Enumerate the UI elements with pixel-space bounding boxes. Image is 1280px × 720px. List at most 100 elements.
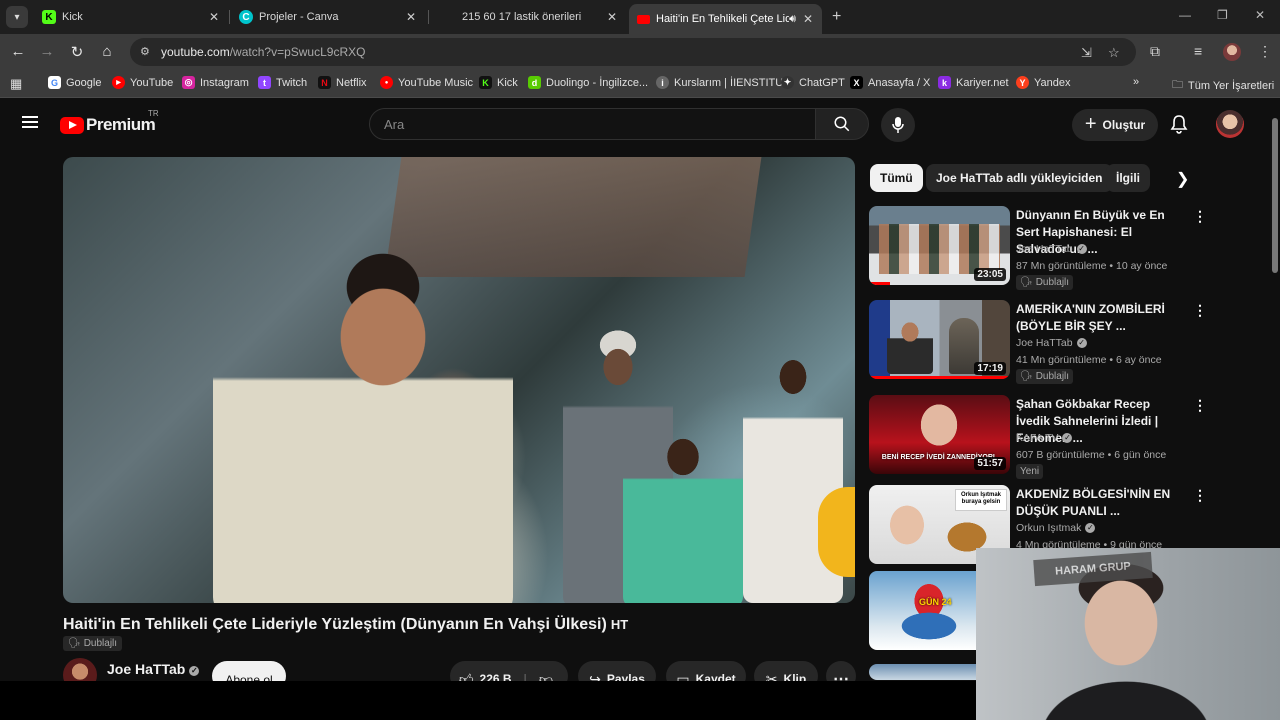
search-button[interactable] — [815, 108, 869, 140]
rec-channel[interactable]: KAFA TV ✓ — [1016, 432, 1073, 444]
chevron-right-icon[interactable]: ❯ — [1176, 169, 1189, 189]
search-input[interactable]: Ara — [369, 108, 817, 140]
chip-all[interactable]: Tümü — [870, 164, 923, 192]
list-item[interactable]: 17:19 AMERİKA'NIN ZOMBİLERİ (BÖYLE BİR Ş… — [869, 300, 1269, 388]
tab-lastik[interactable]: 215 60 17 lastik önerileri ✕ — [430, 4, 626, 30]
netflix-icon: N — [318, 76, 331, 89]
verified-icon: ✓ — [1076, 338, 1087, 348]
tab-kick[interactable]: K Kick ✕ — [34, 4, 228, 30]
list-item[interactable]: 23:05 Dünyanın En Büyük ve En Sert Hapis… — [869, 206, 1269, 294]
forward-icon[interactable]: → — [38, 43, 56, 60]
duration-badge: 51:57 — [974, 457, 1006, 470]
folder-icon: 🗀︎ — [1172, 79, 1183, 91]
tab-canva[interactable]: C Projeler - Canva ✕ — [231, 4, 425, 30]
close-icon[interactable]: ✕ — [604, 10, 620, 24]
dubbed-badge: 🗣︎ Dublajlı — [1016, 275, 1074, 290]
channel-name[interactable]: Joe HaTTab ✓ — [107, 661, 200, 677]
video-title: Haiti'in En Tehlikeli Çete Lideriyle Yüz… — [63, 616, 629, 633]
create-button[interactable]: + Oluştur — [1072, 109, 1158, 141]
more-bookmarks-icon[interactable]: » — [1133, 76, 1139, 88]
video-frame-child — [623, 417, 743, 603]
rec-title[interactable]: AMERİKA'NIN ZOMBİLERİ (BÖYLE BİR ŞEY ... — [1016, 301, 1186, 335]
bookmark-x[interactable]: X Anasayfa / X — [850, 76, 930, 89]
dub-icon: 🗣︎ — [68, 638, 81, 649]
dub-icon: 🗣︎ — [1020, 277, 1033, 288]
bookmark-label: YouTube — [130, 76, 174, 89]
maximize-icon[interactable]: ❐ — [1217, 8, 1228, 22]
profile-avatar-icon[interactable] — [1223, 43, 1241, 61]
bookmark-yandex[interactable]: Y Yandex — [1016, 76, 1071, 89]
bookmark-label: Kurslarım | İIENSTITU — [674, 76, 784, 89]
menu-icon[interactable] — [22, 116, 38, 128]
close-icon[interactable]: ✕ — [206, 10, 222, 24]
bookmark-instagram[interactable]: ◎ Instagram — [182, 76, 249, 89]
rec-channel[interactable]: Joe HaTTab ✓ — [1016, 243, 1087, 255]
bookmark-label: Google — [66, 76, 102, 89]
close-icon[interactable]: ✕ — [403, 10, 419, 24]
bookmark-kariyer[interactable]: k Kariyer.net — [938, 76, 1009, 89]
bookmark-twitch[interactable]: t Twitch — [258, 76, 307, 89]
more-vert-icon[interactable]: ⋮ — [1193, 487, 1207, 504]
back-icon[interactable]: ← — [9, 43, 27, 60]
video-thumbnail[interactable]: 23:05 — [869, 206, 1010, 285]
install-app-icon[interactable]: ⇲ — [1081, 45, 1092, 61]
rec-channel[interactable]: Orkun Işıtmak ✓ — [1016, 522, 1096, 534]
voice-search-button[interactable] — [881, 108, 915, 142]
menu-kebab-icon[interactable]: ⋮ — [1258, 43, 1272, 60]
chip-from-uploader[interactable]: Joe HaTTab adlı yükleyiciden — [926, 164, 1113, 192]
speaker-icon[interactable]: 🔊︎ — [789, 13, 796, 26]
video-player[interactable] — [63, 157, 855, 603]
rec-meta: 87 Mn görüntüleme • 10 ay önce — [1016, 260, 1168, 272]
account-avatar[interactable] — [1216, 110, 1244, 138]
dubbed-badge: 🗣︎ Dublajlı — [63, 636, 123, 651]
bookmark-label: Anasayfa / X — [868, 76, 931, 89]
more-vert-icon[interactable]: ⋮ — [1193, 302, 1207, 319]
tab-title: Projeler - Canva — [259, 11, 339, 23]
all-bookmarks[interactable]: 🗀︎ Tüm Yer İşaretleri — [1172, 76, 1274, 95]
bookmark-google[interactable]: G Google — [48, 76, 101, 89]
bookmark-youtube-music[interactable]: ● YouTube Music — [380, 76, 473, 89]
duolingo-icon: d — [528, 76, 541, 89]
video-thumbnail[interactable]: 17:19 — [869, 300, 1010, 379]
yandex-icon: Y — [1016, 76, 1029, 89]
site-info-icon[interactable]: ⚙ — [140, 45, 154, 59]
list-item[interactable]: BENİ RECEP İVEDİ ZANNEDİYORL 51:57 Şahan… — [869, 395, 1269, 483]
bookmark-youtube[interactable]: ▶ YouTube — [112, 76, 173, 89]
rec-channel[interactable]: Joe HaTTab ✓ — [1016, 337, 1087, 349]
bookmark-duolingo[interactable]: d Duolingo - İngilizce... — [528, 76, 648, 89]
media-control-icon[interactable]: ≡ — [1194, 43, 1202, 59]
tab-youtube-active[interactable]: Haiti'in En Tehlikeli Çete Lide 🔊︎ ✕ — [629, 4, 822, 34]
bookmark-chatgpt[interactable]: ✦ ChatGPT — [781, 76, 845, 89]
bookmark-label: ChatGPT — [799, 76, 845, 89]
reload-icon[interactable]: ↻ — [68, 43, 86, 61]
rec-title[interactable]: AKDENİZ BÖLGESİ'NİN EN DÜŞÜK PUANLI ... — [1016, 486, 1186, 520]
window-close-icon[interactable]: ✕ — [1255, 8, 1265, 22]
tab-title: Haiti'in En Tehlikeli Çete Lide — [656, 13, 790, 25]
twitch-icon: t — [258, 76, 271, 89]
video-thumbnail[interactable]: BENİ RECEP İVEDİ ZANNEDİYORL 51:57 — [869, 395, 1010, 474]
home-icon[interactable]: ⌂ — [98, 43, 116, 60]
minimize-icon[interactable]: — — [1179, 8, 1191, 22]
close-icon[interactable]: ✕ — [800, 12, 816, 26]
bookmark-netflix[interactable]: N Netflix — [318, 76, 367, 89]
youtube-premium-logo[interactable]: Premium TR — [60, 109, 159, 135]
notifications-bell-icon[interactable] — [1170, 114, 1188, 139]
new-tab-icon[interactable]: + — [832, 8, 841, 26]
address-bar[interactable]: ⚙ youtube.com/watch?v=pSwucL9cRXQ ⇲ ☆ — [130, 38, 1136, 66]
kick-icon: K — [42, 10, 56, 24]
apps-grid-icon[interactable]: ▦ — [10, 76, 22, 92]
extensions-icon[interactable]: ⧉ — [1150, 43, 1160, 60]
url-text[interactable]: youtube.com/watch?v=pSwucL9cRXQ — [161, 45, 365, 59]
webcam-overlay: HARAM GRUP — [976, 548, 1280, 720]
watch-progress — [869, 376, 1010, 379]
chip-related[interactable]: İlgili — [1106, 164, 1150, 192]
bookmark-iienstitu[interactable]: i Kurslarım | İIENSTITU — [656, 76, 783, 89]
tab-search-chevron-icon[interactable]: ▾ — [6, 6, 28, 28]
bookmark-label: Instagram — [200, 76, 249, 89]
bookmark-label: Kick — [497, 76, 518, 89]
more-vert-icon[interactable]: ⋮ — [1193, 208, 1207, 225]
bookmark-label: YouTube Music — [398, 76, 474, 89]
bookmark-star-icon[interactable]: ☆ — [1108, 45, 1120, 61]
bookmark-kick[interactable]: K Kick — [479, 76, 518, 89]
more-vert-icon[interactable]: ⋮ — [1193, 397, 1207, 414]
